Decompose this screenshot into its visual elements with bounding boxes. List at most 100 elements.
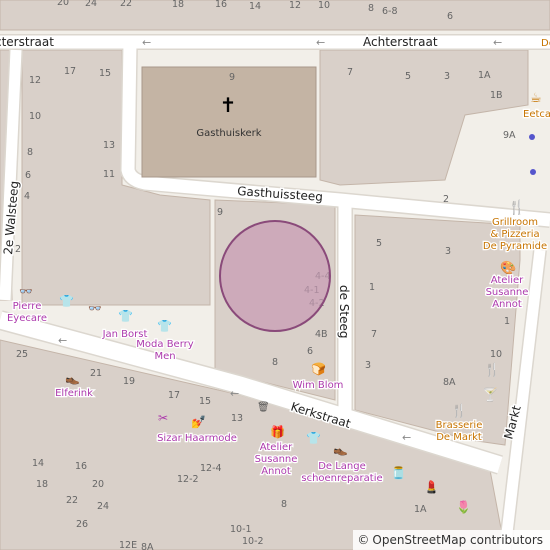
- house-number: 6: [307, 346, 313, 357]
- house-number: 14: [32, 458, 44, 469]
- shoe-icon[interactable]: 👞: [65, 371, 80, 385]
- map-viewport[interactable]: ✝ Gasthuiskerk 9 ← ← ← ← ← ← cterstraat …: [0, 0, 550, 550]
- poi-atelier-label[interactable]: Atelier: [489, 274, 525, 288]
- poi-atelier-label[interactable]: Annot: [260, 465, 292, 479]
- house-number: 6-8: [382, 6, 398, 17]
- glasses-icon[interactable]: 👓: [88, 302, 102, 315]
- house-number: 8: [281, 499, 287, 510]
- house-number: 11: [103, 169, 115, 180]
- poi-eetcafe-label[interactable]: Eetcafé De Kruijk: [522, 107, 550, 122]
- bakery-icon[interactable]: 🍞: [311, 362, 326, 376]
- house-number: 6: [25, 170, 31, 181]
- poi-grillroom-label[interactable]: Grillroom: [491, 216, 540, 230]
- restaurant-cutlery-icon[interactable]: 🍴: [451, 403, 467, 419]
- cafe-mug-icon[interactable]: ☕: [530, 91, 542, 106]
- church-cross-icon: ✝: [220, 93, 237, 117]
- house-number: 13: [103, 140, 115, 151]
- house-number: 9: [217, 207, 223, 218]
- house-number: 10: [318, 0, 330, 11]
- house-number: 3: [444, 71, 450, 82]
- house-number: 8: [27, 147, 33, 158]
- house-number: 8: [368, 3, 374, 14]
- street-de-steeg: de Steeg: [337, 285, 351, 339]
- poi-pierre-label[interactable]: Pierre: [11, 300, 42, 314]
- house-number: 2: [15, 244, 21, 255]
- house-number: 20: [57, 0, 69, 8]
- waste-basket-icon: 🗑: [257, 401, 270, 413]
- house-number: 17: [168, 390, 180, 401]
- clothes-shirt-icon[interactable]: 👕: [157, 319, 172, 333]
- house-number: 1A: [414, 504, 427, 515]
- house-number: 9A: [503, 130, 516, 141]
- poi-brasserie-label[interactable]: De Markt: [435, 431, 483, 445]
- house-number: 25: [16, 349, 28, 360]
- poi-moda-berry-label[interactable]: Men: [153, 350, 177, 364]
- copyright-icon: ©: [357, 533, 370, 547]
- house-number: 12: [29, 75, 41, 86]
- shoe-icon[interactable]: 👞: [333, 442, 348, 456]
- house-number: 8A: [443, 377, 456, 388]
- gasthuiskerk-building[interactable]: [141, 66, 317, 178]
- hairdresser-scissors-icon[interactable]: ✂: [158, 411, 168, 425]
- florist-icon[interactable]: 🌷: [456, 500, 471, 514]
- house-number: 10-1: [230, 524, 252, 535]
- clothes-shirt-icon[interactable]: 👕: [59, 294, 74, 308]
- poi-dot-icon[interactable]: [529, 134, 535, 140]
- poi-pierre-label[interactable]: Eyecare: [6, 312, 49, 326]
- house-number: 26: [76, 519, 88, 530]
- house-number: 18: [36, 479, 48, 490]
- poi-atelier-label[interactable]: Atelier: [258, 441, 294, 455]
- house-number: 22: [66, 495, 78, 506]
- art-palette-icon[interactable]: 🎨: [500, 259, 516, 276]
- clothes-shirt-icon[interactable]: 👕: [306, 431, 321, 445]
- poi-de-lange-label[interactable]: De Lange: [317, 460, 367, 474]
- bar-cocktail-icon[interactable]: 🍸: [482, 386, 498, 403]
- house-number: 10-2: [242, 536, 264, 547]
- shop-jar-icon[interactable]: 🫙: [391, 466, 406, 480]
- house-number: 20: [92, 479, 104, 490]
- poi-atelier-label[interactable]: Susanne: [484, 286, 529, 300]
- house-number: 3: [445, 246, 451, 257]
- poi-atelier-label[interactable]: Annot: [491, 298, 523, 312]
- poi-atelier-label[interactable]: Susanne: [253, 453, 298, 467]
- beauty-icon[interactable]: 💄: [424, 479, 439, 494]
- house-number: 8: [272, 357, 278, 368]
- restaurant-cutlery-icon[interactable]: 🍴: [508, 199, 525, 216]
- oneway-arrow-icon: ←: [402, 431, 411, 444]
- house-number: 4B: [315, 329, 328, 340]
- glasses-icon[interactable]: 👓: [19, 285, 33, 298]
- restaurant-cutlery-icon[interactable]: 🍴: [484, 362, 500, 378]
- poi-elferink-label[interactable]: Elferink: [54, 387, 94, 401]
- house-number: 1: [504, 316, 510, 327]
- house-number: 12: [289, 0, 301, 11]
- house-number: 4: [24, 191, 30, 202]
- beauty-icon[interactable]: 💅: [191, 415, 206, 429]
- house-number: 19: [123, 376, 135, 387]
- clothes-shirt-icon[interactable]: 👕: [118, 309, 133, 323]
- house-number: 10: [490, 349, 502, 360]
- poi-grillroom-label[interactable]: De Pyramide: [482, 240, 549, 254]
- house-number: 21: [90, 368, 102, 379]
- oneway-arrow-icon: ←: [142, 36, 151, 49]
- poi-grillroom-label[interactable]: & Pizzeria: [489, 228, 541, 242]
- building-block-top: [0, 0, 550, 31]
- poi-brasserie-label[interactable]: Brasserie: [434, 419, 483, 433]
- house-number: 13: [231, 413, 243, 424]
- house-number: 1: [369, 282, 375, 293]
- attribution-text[interactable]: OpenStreetMap contributors: [372, 533, 543, 547]
- poi-dot-icon[interactable]: [530, 169, 536, 175]
- poi-de-lange-label[interactable]: schoenreparatie: [300, 472, 384, 486]
- map-canvas[interactable]: ✝ Gasthuiskerk 9 ← ← ← ← ← ← cterstraat …: [0, 0, 550, 550]
- house-number: 22: [120, 0, 132, 9]
- house-number: 7: [347, 67, 353, 78]
- house-number: 2: [443, 194, 449, 205]
- location-highlight-circle[interactable]: [219, 220, 331, 332]
- house-number: 17: [64, 66, 76, 77]
- gasthuiskerk-label: Gasthuiskerk: [196, 128, 261, 139]
- poi-wim-blom-label[interactable]: Wim Blom: [291, 379, 344, 393]
- gift-icon[interactable]: 🎁: [270, 425, 285, 439]
- poi-moda-berry-label[interactable]: Moda Berry: [135, 338, 195, 352]
- poi-sizar-label[interactable]: Sizar Haarmode: [156, 432, 238, 446]
- house-number: 24: [85, 0, 97, 9]
- house-number: 5: [405, 71, 411, 82]
